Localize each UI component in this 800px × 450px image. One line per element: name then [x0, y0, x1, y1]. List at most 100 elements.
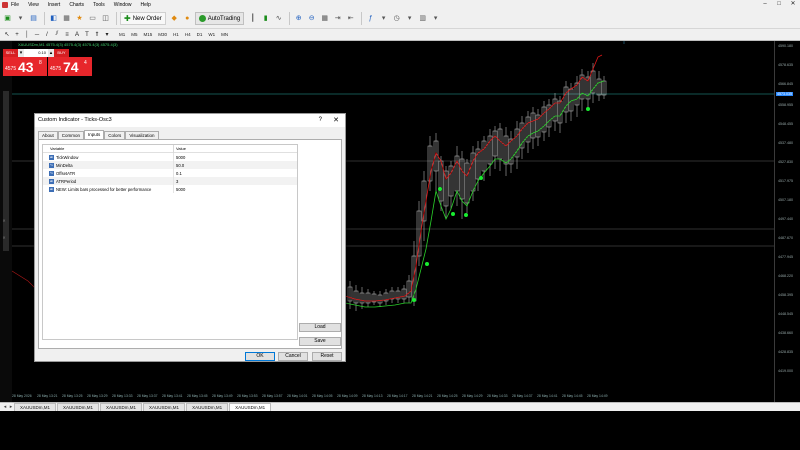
timeframe-m15[interactable]: M15 — [144, 32, 153, 37]
tab-inputs[interactable]: Inputs — [84, 130, 105, 139]
auto-scroll-icon[interactable]: ⇥ — [332, 13, 343, 24]
table-row[interactable]: ab TickWindow 5000 — [43, 153, 297, 161]
param-value[interactable]: 3 — [176, 179, 178, 184]
chart-tab[interactable]: XAUUSDm,M1 — [186, 403, 229, 411]
chart-tab[interactable]: XAUUSDm,M1 — [143, 403, 186, 411]
vps-icon[interactable]: ● — [182, 13, 193, 24]
param-value[interactable]: 50.0 — [176, 163, 184, 168]
indicators-icon[interactable]: ƒ — [365, 13, 376, 24]
tester-icon[interactable]: ◫ — [100, 13, 111, 24]
channel-icon[interactable]: ⫽ — [53, 31, 61, 38]
table-row[interactable]: ½ MinDelta 50.0 — [43, 161, 297, 169]
data-window-icon[interactable]: ▦ — [61, 13, 72, 24]
save-button[interactable]: Save — [299, 337, 341, 346]
profiles-icon[interactable]: ▤ — [28, 13, 39, 24]
time-label: 28 May 14:09 — [337, 394, 358, 398]
chart-tab[interactable]: XAUUSDm,M1 — [14, 403, 57, 411]
table-row[interactable]: ab ATRPeriod 3 — [43, 177, 297, 185]
header-value[interactable]: Value — [176, 146, 186, 151]
auto-trading-button[interactable]: AutoTrading — [194, 12, 245, 25]
tab-colors[interactable]: Colors — [104, 131, 126, 139]
dropdown-icon[interactable]: ▾ — [378, 13, 389, 24]
dialog-title[interactable]: Custom Indicator - Ticks-Osc3 — [35, 114, 345, 127]
menu-insert[interactable]: Insert — [48, 2, 61, 8]
terminal-icon[interactable]: ▭ — [87, 13, 98, 24]
ok-button[interactable]: OK — [245, 352, 275, 361]
zoom-out-icon[interactable]: ⊖ — [306, 13, 317, 24]
menu-file[interactable]: File — [11, 2, 19, 8]
menu-help[interactable]: Help — [141, 2, 151, 8]
tab-about[interactable]: About — [38, 131, 58, 139]
dropdown-icon[interactable]: ▾ — [404, 13, 415, 24]
market-watch-icon[interactable]: ◧ — [48, 13, 59, 24]
minimize-button[interactable]: – — [758, 0, 772, 9]
maximize-button[interactable]: □ — [772, 0, 786, 9]
menu-charts[interactable]: Charts — [69, 2, 84, 8]
sell-label[interactable]: SELL — [3, 48, 18, 57]
templates-icon[interactable]: ▥ — [417, 13, 428, 24]
crosshair-icon[interactable]: + — [13, 32, 21, 38]
subwindow-close-icon[interactable]: ✕ — [0, 235, 8, 241]
navigator-icon[interactable]: ★ — [74, 13, 85, 24]
dialog-close-button[interactable]: ✕ — [333, 114, 339, 127]
timeframe-d1[interactable]: D1 — [197, 32, 203, 37]
timeframe-h4[interactable]: H4 — [185, 32, 191, 37]
bar-chart-icon[interactable]: ┃ — [247, 13, 258, 24]
buy-label[interactable]: BUY — [54, 48, 69, 57]
timeframe-m1[interactable]: M1 — [119, 32, 125, 37]
param-value[interactable]: 0.1 — [176, 171, 182, 176]
candlestick-icon[interactable]: ▮ — [260, 13, 271, 24]
cancel-button[interactable]: Cancel — [278, 352, 308, 361]
horizontal-line-icon[interactable]: ─ — [33, 32, 41, 38]
trendline-icon[interactable]: / — [43, 32, 51, 38]
periods-icon[interactable]: ◷ — [391, 13, 402, 24]
buy-price-button[interactable]: 4575 74 4 — [48, 57, 92, 76]
vertical-line-icon[interactable]: │ — [23, 32, 31, 38]
fibonacci-icon[interactable]: ≡ — [63, 32, 71, 38]
menu-tools[interactable]: Tools — [93, 2, 105, 8]
timeframe-mn[interactable]: MN — [221, 32, 228, 37]
volume-input[interactable]: 0.10 — [24, 48, 48, 57]
close-window-button[interactable]: ✕ — [786, 0, 800, 9]
tab-common[interactable]: Common — [57, 131, 85, 139]
chart-shift-icon[interactable]: ⇤ — [345, 13, 356, 24]
table-row[interactable]: ½ OffsetATR 0.1 — [43, 169, 297, 177]
param-value[interactable]: 5000 — [176, 155, 185, 160]
timeframe-m30[interactable]: M30 — [158, 32, 167, 37]
dropdown-icon[interactable]: ▾ — [430, 13, 441, 24]
new-chart-icon[interactable]: ▣ — [2, 13, 13, 24]
price-scale[interactable]: 4590.180 4578.635 4566.845 4573.035 4558… — [774, 41, 800, 403]
subwindow-close-icon[interactable]: ✕ — [0, 218, 8, 224]
arrows-icon[interactable]: ⇑ — [93, 31, 101, 38]
menu-view[interactable]: View — [28, 2, 39, 8]
line-chart-icon[interactable]: ∿ — [273, 13, 284, 24]
dropdown-icon[interactable]: ▾ — [15, 13, 26, 24]
label-icon[interactable]: T — [83, 32, 91, 38]
tile-windows-icon[interactable]: ▦ — [319, 13, 330, 24]
timeframe-m5[interactable]: M5 — [131, 32, 137, 37]
current-price-label: 4573.035 — [776, 92, 793, 96]
chart-tab[interactable]: XAUUSDm,M1 — [57, 403, 100, 411]
tab-visualization[interactable]: Visualization — [125, 131, 159, 139]
dropdown-icon[interactable]: ▾ — [103, 31, 111, 38]
metaeditor-icon[interactable]: ◆ — [169, 13, 180, 24]
param-value[interactable]: 5000 — [176, 187, 185, 192]
row-divider — [173, 153, 174, 161]
cursor-icon[interactable]: ↖ — [3, 31, 11, 38]
help-button[interactable]: ? — [319, 114, 322, 127]
chart-tab[interactable]: XAUUSDm,M1 — [100, 403, 143, 411]
reset-button[interactable]: Reset — [312, 352, 342, 361]
chart-tab-active[interactable]: XAUUSDm,M1 — [229, 403, 272, 411]
candle — [406, 275, 412, 303]
zoom-in-icon[interactable]: ⊕ — [293, 13, 304, 24]
timeframe-h1[interactable]: H1 — [173, 32, 179, 37]
candle — [427, 136, 433, 191]
load-button[interactable]: Load — [299, 323, 341, 332]
table-row[interactable]: ab NEW: Limits bars processed for better… — [43, 185, 297, 193]
menu-window[interactable]: Window — [114, 2, 132, 8]
new-order-button[interactable]: ✚ New Order — [120, 12, 166, 25]
text-icon[interactable]: A — [73, 32, 81, 38]
header-variable[interactable]: Variable — [50, 146, 64, 151]
sell-price-button[interactable]: 4575 43 8 — [3, 57, 47, 76]
timeframe-w1[interactable]: W1 — [208, 32, 215, 37]
